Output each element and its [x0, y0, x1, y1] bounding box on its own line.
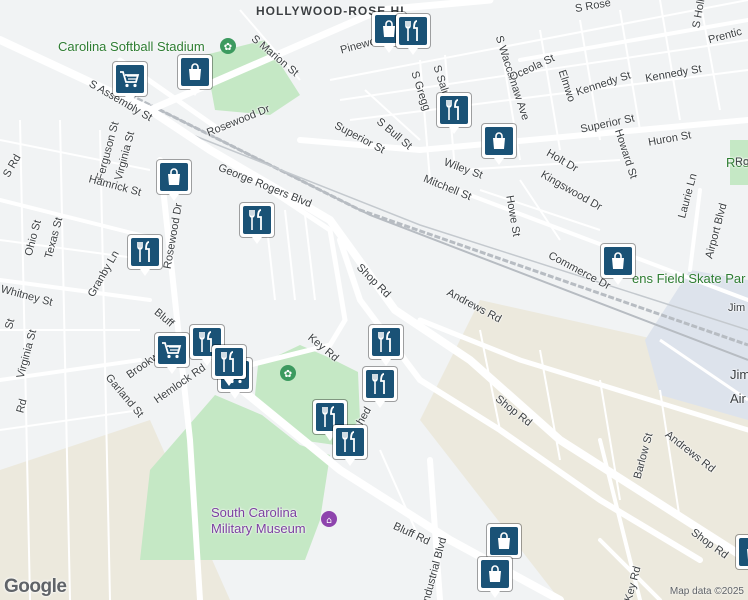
shopping-marker-4[interactable]: [482, 124, 516, 165]
poi-airport-line2[interactable]: Air: [730, 391, 746, 406]
shopping-marker-6[interactable]: [487, 524, 521, 565]
marker-tail: [490, 591, 500, 598]
grocery-marker-2[interactable]: [155, 333, 189, 374]
restaurant-icon: [215, 348, 243, 376]
restaurant-marker-6[interactable]: [212, 345, 246, 386]
marker-tail: [613, 278, 623, 285]
restaurant-icon: [440, 96, 468, 124]
svg-text:✿: ✿: [284, 369, 292, 380]
marker-tail: [345, 459, 355, 466]
restaurant-marker-8[interactable]: [363, 367, 397, 408]
poi-military-museum[interactable]: South Carolina Military Museum: [211, 505, 306, 537]
shopping-marker-5[interactable]: [601, 244, 635, 285]
marker-tail: [202, 359, 212, 366]
shopping-icon: [181, 58, 209, 86]
shopping-icon: [481, 560, 509, 588]
restaurant-marker-4[interactable]: [128, 235, 162, 276]
map-canvas[interactable]: ✿ ✿ ⌂ HOLLYWOOD-ROSE HI Carolina Softbal…: [0, 0, 748, 600]
restaurant-icon: [131, 238, 159, 266]
restaurant-marker-2[interactable]: [437, 93, 471, 134]
svg-text:✿: ✿: [224, 42, 232, 53]
google-logo[interactable]: Google: [4, 576, 67, 598]
marker-tail: [140, 269, 150, 276]
restaurant-icon: [336, 428, 364, 456]
shopping-marker-7[interactable]: [478, 557, 512, 598]
restaurant-marker-7[interactable]: [369, 325, 403, 366]
shopping-icon: [739, 538, 748, 566]
restaurant-icon: [243, 206, 271, 234]
shopping-icon: [604, 247, 632, 275]
restaurant-icon: [399, 17, 427, 45]
shopping-marker-1[interactable]: [178, 55, 212, 96]
marker-tail: [169, 194, 179, 201]
shopping-icon: [485, 127, 513, 155]
marker-tail: [375, 401, 385, 408]
marker-tail: [408, 48, 418, 55]
restaurant-marker-1[interactable]: [396, 14, 430, 55]
marker-tail: [384, 46, 394, 53]
shopping-marker-8[interactable]: [736, 535, 748, 569]
marker-tail: [494, 158, 504, 165]
marker-tail: [230, 392, 240, 399]
poi-military-museum-line2: Military Museum: [211, 521, 306, 536]
restaurant-icon: [372, 328, 400, 356]
shopping-icon: [490, 527, 518, 555]
poi-military-museum-line1: South Carolina: [211, 505, 297, 520]
marker-tail: [252, 237, 262, 244]
grocery-marker-1[interactable]: [113, 62, 147, 103]
marker-tail: [125, 96, 135, 103]
restaurant-marker-10[interactable]: [333, 425, 367, 466]
street-jim-partial: Jim: [728, 302, 746, 314]
restaurant-marker-3[interactable]: [240, 203, 274, 244]
poi-softball-stadium[interactable]: Carolina Softball Stadium: [58, 39, 205, 54]
grocery-icon: [116, 65, 144, 93]
poi-skate-park[interactable]: ens Field Skate Par: [632, 271, 745, 286]
map-copyright[interactable]: Map data ©2025: [670, 586, 744, 597]
street-rose-partial: Rose: [735, 156, 748, 168]
marker-tail: [381, 359, 391, 366]
shopping-marker-2[interactable]: [157, 160, 191, 201]
grocery-icon: [158, 336, 186, 364]
poi-airport-line1[interactable]: Jim: [730, 367, 748, 382]
marker-tail: [449, 127, 459, 134]
marker-tail: [224, 379, 234, 386]
marker-tail: [190, 89, 200, 96]
restaurant-icon: [366, 370, 394, 398]
marker-tail: [167, 367, 177, 374]
shopping-icon: [160, 163, 188, 191]
svg-text:⌂: ⌂: [326, 516, 332, 526]
